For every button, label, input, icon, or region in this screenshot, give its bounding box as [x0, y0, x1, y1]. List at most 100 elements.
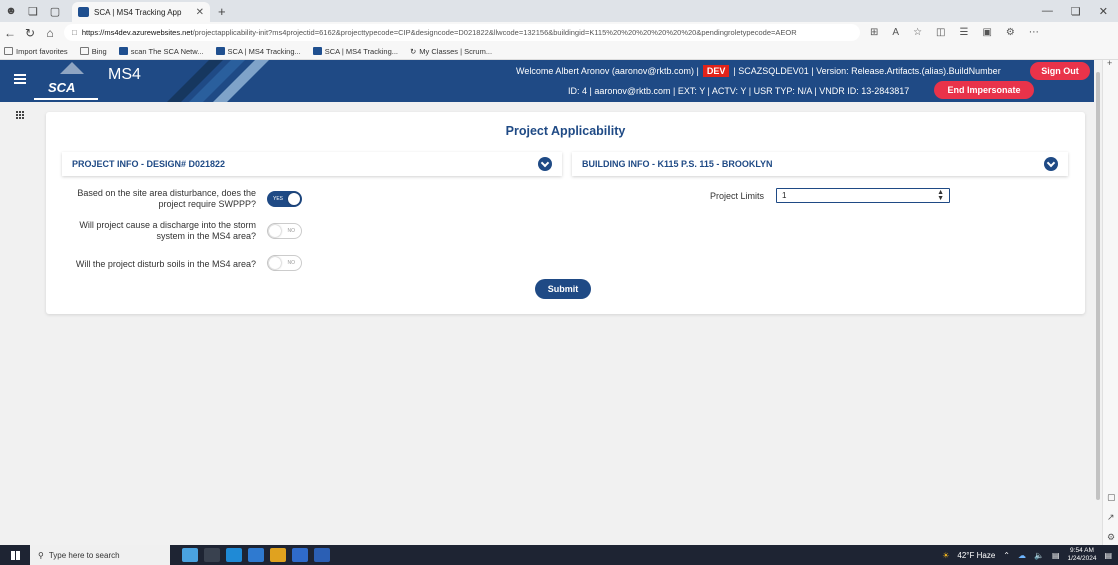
file-explorer-icon[interactable]	[248, 548, 264, 562]
external-link-icon[interactable]: ↗	[1107, 512, 1115, 523]
favorite-import[interactable]: Import favorites	[4, 47, 68, 56]
restore-icon[interactable]: ❏	[1071, 5, 1081, 18]
network-icon[interactable]: ▤	[1052, 551, 1060, 560]
browser-toolbar-icons: ⊞ A ☆ ◫ ☰ ▣ ⚙ ⋯	[870, 27, 1039, 38]
project-info-panel[interactable]: PROJECT INFO - DESIGN# D021822	[62, 152, 562, 176]
extensions-icon[interactable]: ⚙	[1006, 27, 1015, 38]
browser-tab[interactable]: SCA | MS4 Tracking App ✕	[72, 2, 210, 22]
project-limits-select[interactable]: 1 ▲ ▼	[776, 188, 950, 203]
read-aloud-icon[interactable]: A	[892, 27, 899, 38]
task-view-icon[interactable]	[204, 548, 220, 562]
scrum-icon: ↻	[410, 46, 417, 56]
favorite-scan[interactable]: scan The SCA Netw...	[118, 47, 204, 56]
discharge-toggle[interactable]: NO	[267, 223, 302, 239]
favorite-bing[interactable]: Bing	[79, 47, 107, 56]
page-scrollbar[interactable]	[1094, 60, 1102, 545]
favorite-scrum[interactable]: ↻ My Classes | Scrum...	[410, 47, 492, 56]
taskbar: ⚲ Type here to search ☀ 42°F Haze ⌃ ☁ 🔈 …	[0, 545, 1118, 565]
favorite-ms4-2[interactable]: SCA | MS4 Tracking...	[312, 47, 398, 56]
clock[interactable]: 9:54 AM 1/24/2024	[1068, 547, 1097, 563]
apps-grid-icon[interactable]	[16, 111, 24, 119]
taskbar-search-placeholder: Type here to search	[48, 550, 120, 560]
close-tab-icon[interactable]: ✕	[196, 7, 204, 18]
sign-out-button[interactable]: Sign Out	[1030, 62, 1090, 80]
url-field[interactable]: □ https://ms4dev.azurewebsites.net/proje…	[64, 24, 860, 41]
minimize-icon[interactable]: —	[1042, 5, 1053, 18]
end-impersonate-button[interactable]: End Impersonate	[934, 81, 1034, 99]
refresh-icon[interactable]: ↻	[20, 26, 40, 40]
more-icon[interactable]: ⋯	[1029, 27, 1039, 38]
address-bar-row: ← ↻ ⌂ □ https://ms4dev.azurewebsites.net…	[0, 22, 1118, 43]
sca-favicon-icon	[118, 47, 128, 55]
app-name: MS4	[108, 66, 141, 83]
select-arrows-icon: ▲ ▼	[937, 189, 944, 202]
edge-sidebar: + ▢ ↗ ⚙	[1102, 58, 1118, 545]
logo-text: SCA	[48, 80, 76, 95]
building-info-panel[interactable]: BUILDING INFO - K115 P.S. 115 - BROOKLYN	[572, 152, 1068, 176]
browser-tab-bar: ☻ ❏ ▢ SCA | MS4 Tracking App ✕ + — ❏ ✕	[0, 0, 1118, 22]
search-icon: ⚲	[38, 550, 44, 560]
profile-icon[interactable]: ☻	[0, 0, 22, 22]
favorites-bar: Import favorites Bing scan The SCA Netw.…	[0, 43, 1118, 60]
taskbar-apps	[182, 548, 330, 562]
volume-icon[interactable]: 🔈	[1034, 551, 1044, 560]
favorites-icon[interactable]: ☰	[959, 27, 968, 38]
chevron-down-icon[interactable]	[1044, 157, 1058, 171]
toggle-knob	[269, 225, 281, 237]
windows-start-icon[interactable]	[0, 545, 30, 565]
taskbar-search[interactable]: ⚲ Type here to search	[30, 545, 170, 565]
sca-favicon-icon	[312, 47, 322, 55]
toggle-label: NO	[287, 260, 296, 266]
add-icon[interactable]: +	[1107, 58, 1112, 68]
app-available-icon[interactable]: ⊞	[870, 27, 878, 38]
home-icon[interactable]: ⌂	[40, 26, 60, 40]
collections-icon[interactable]: ▣	[982, 27, 991, 38]
edge-browser-icon[interactable]	[226, 548, 242, 562]
tab-actions-icon[interactable]: ▢	[44, 0, 66, 22]
widgets-icon[interactable]	[182, 548, 198, 562]
question-discharge: Will project cause a discharge into the …	[79, 220, 256, 241]
page-title: Project Applicability	[505, 124, 626, 138]
env-badge: DEV	[702, 65, 730, 77]
url-host: https://ms4dev.azurewebsites.net	[81, 28, 193, 37]
project-limits-label: Project Limits	[710, 191, 765, 201]
toggle-knob	[269, 257, 281, 269]
favorite-ms4-1[interactable]: SCA | MS4 Tracking...	[215, 47, 301, 56]
onedrive-icon[interactable]: ☁	[1018, 551, 1026, 560]
new-tab-icon[interactable]: +	[218, 4, 226, 19]
app-header: SCA MS4 Welcome Albert Aronov (aaronov@r…	[0, 60, 1100, 102]
lock-icon: □	[72, 28, 77, 37]
building-info-label: BUILDING INFO - K115 P.S. 115 - BROOKLYN	[582, 159, 773, 169]
outlook-icon[interactable]	[292, 548, 308, 562]
welcome-line: Welcome Albert Aronov (aaronov@rktb.com)…	[516, 65, 1001, 77]
notifications-icon[interactable]: ▤	[1104, 551, 1112, 560]
close-window-icon[interactable]: ✕	[1099, 5, 1108, 18]
project-info-label: PROJECT INFO - DESIGN# D021822	[72, 159, 226, 169]
project-applicability-card: Project Applicability PROJECT INFO - DES…	[46, 112, 1085, 314]
workspaces-icon[interactable]: ❏	[22, 0, 44, 22]
chevron-down-icon[interactable]	[538, 157, 552, 171]
toggle-label: YES	[273, 196, 284, 202]
disturb-soils-toggle[interactable]: NO	[267, 255, 302, 271]
app-logo: SCA MS4	[34, 60, 279, 102]
clock-time: 9:54 AM	[1070, 547, 1094, 554]
server-info: | SCAZSQLDEV01 | Version: Release.Artifa…	[733, 66, 1001, 76]
weather-text[interactable]: 42°F Haze	[957, 551, 995, 560]
tab-title: SCA | MS4 Tracking App	[94, 7, 182, 17]
clock-date: 1/24/2024	[1067, 555, 1097, 562]
folder-icon	[4, 47, 13, 55]
split-screen-icon[interactable]: ◫	[936, 27, 945, 38]
submit-button[interactable]: Submit	[535, 279, 591, 299]
back-icon[interactable]: ←	[0, 26, 20, 40]
settings-icon[interactable]: ⚙	[1107, 532, 1115, 543]
scrollbar-thumb[interactable]	[1096, 72, 1100, 500]
sidebar-layout-icon[interactable]: ▢	[1107, 492, 1116, 503]
tray-chevron-icon[interactable]: ⌃	[1003, 551, 1010, 560]
sca-favicon-icon	[78, 7, 89, 17]
menu-icon[interactable]	[14, 74, 26, 84]
swppp-toggle[interactable]: YES	[267, 191, 302, 207]
word-icon[interactable]	[314, 548, 330, 562]
weather-icon: ☀	[942, 550, 950, 560]
favorite-star-icon[interactable]: ☆	[913, 27, 922, 38]
chrome-browser-icon[interactable]	[270, 548, 286, 562]
